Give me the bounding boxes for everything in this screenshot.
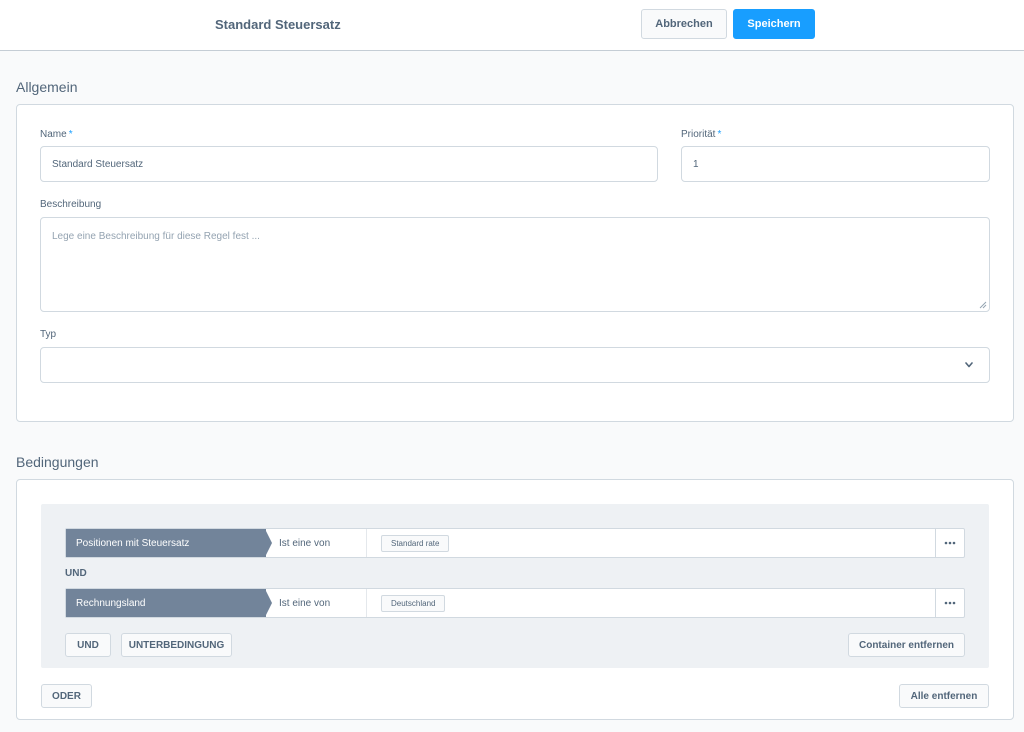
condition-more-button[interactable] [935,589,964,617]
condition-value-tag[interactable]: Deutschland [381,595,446,612]
and-button[interactable]: UND [65,633,111,657]
ellipsis-icon [944,601,956,605]
condition-field-select[interactable]: Rechnungsland [66,589,266,617]
remove-container-button[interactable]: Container entfernen [848,633,965,657]
condition-operator-select[interactable]: Ist eine von [279,529,330,557]
name-input[interactable]: Standard Steuersatz [40,146,658,182]
type-label: Typ [40,329,57,340]
page-title: Standard Steuersatz [215,17,341,32]
condition-field-select[interactable]: Positionen mit Steuersatz [66,529,266,557]
condition-row: Rechnungsland Ist eine von Deutschland [65,588,965,618]
priority-label: Priorität * [681,129,722,140]
divider [366,589,367,617]
condition-more-button[interactable] [935,529,964,557]
top-bar: Standard Steuersatz Abbrechen Speichern [0,0,1024,51]
description-textarea[interactable]: Lege eine Beschreibung für diese Regel f… [40,217,990,312]
divider [366,529,367,557]
required-marker: * [68,129,73,140]
condition-row: Positionen mit Steuersatz Ist eine von S… [65,528,965,558]
condition-value-tag[interactable]: Standard rate [381,535,450,552]
priority-input[interactable]: 1 [681,146,990,182]
remove-all-button[interactable]: Alle entfernen [899,684,989,708]
condition-operator-select[interactable]: Ist eine von [279,589,330,617]
name-label: Name * [40,129,73,140]
required-marker: * [717,129,722,140]
and-connector-label: UND [65,568,87,579]
resize-grip-icon[interactable] [979,301,987,309]
type-select[interactable] [40,347,990,383]
subcondition-button[interactable]: UNTERBEDINGUNG [121,633,232,657]
cancel-button[interactable]: Abbrechen [641,9,727,39]
condition-field-arrow [258,589,272,617]
condition-field-arrow [258,529,272,557]
ellipsis-icon [944,541,956,545]
section-title-general: Allgemein [16,79,78,95]
save-button[interactable]: Speichern [733,9,815,39]
description-placeholder: Lege eine Beschreibung für diese Regel f… [52,231,260,242]
or-button[interactable]: ODER [41,684,92,708]
chevron-down-icon [965,362,973,368]
description-label: Beschreibung [40,199,102,210]
section-title-conditions: Bedingungen [16,454,99,470]
